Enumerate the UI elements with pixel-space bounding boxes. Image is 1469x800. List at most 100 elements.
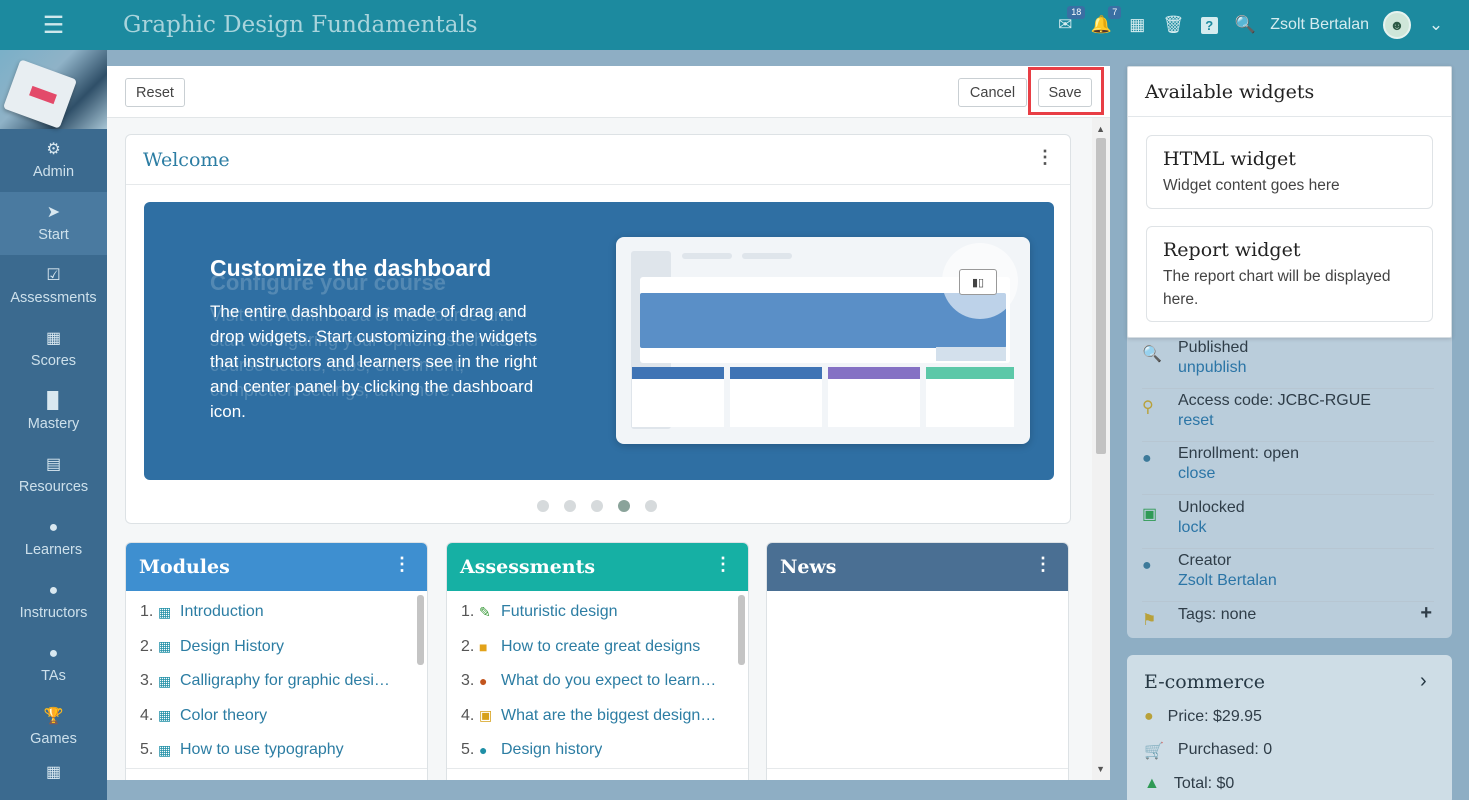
sidebar-item-games[interactable]: 🏆 Games [0,696,107,759]
group-icon: ● [1142,450,1152,467]
hamburger-menu-icon[interactable]: ☰ [0,0,107,50]
access-code-row: ⚲ Access code: JCBC-RGUE reset [1142,389,1434,442]
dashboard-icon: ▮▯ [959,269,997,295]
search-icon[interactable]: 🔍 [1234,14,1256,36]
sidebar-item-resources[interactable]: ▤ Resources [0,444,107,507]
kebab-menu-icon[interactable]: ⋮ [1034,556,1052,574]
modules-widget: Modules ⋮ 1. ▦ Introduction 2. ▦ Design Hist… [125,542,428,780]
add-tag-icon[interactable]: + [1420,602,1432,625]
sidebar-item-assessments[interactable]: ☑ Assessments [0,255,107,318]
list-item[interactable]: 1. ▦ Introduction [140,595,427,630]
creator-row: ● Creator Zsolt Bertalan [1142,549,1434,602]
cart-icon: 🛒 [1144,743,1164,760]
kebab-menu-icon[interactable]: ⋮ [393,556,411,574]
list-item[interactable]: 1. ✎ Futuristic design [461,595,748,630]
list-item[interactable]: 5. ▦ How to use typography [140,733,427,768]
card-scrollbar[interactable] [738,595,745,665]
sidebar-item-more[interactable]: ▦ [0,759,107,800]
cancel-button[interactable]: Cancel [958,78,1027,107]
sidebar-item-label: Instructors [19,604,88,621]
carousel-dot[interactable] [564,500,576,512]
item-number: 4. [461,706,475,724]
sidebar-item-mastery[interactable]: ▉ Mastery [0,381,107,444]
sidebar-item-learners[interactable]: ● Learners [0,507,107,570]
group-icon: ● [479,742,488,759]
item-number: 1. [461,603,475,621]
reset-link[interactable]: reset [1178,411,1371,431]
help-icon[interactable]: ? [1198,14,1220,36]
bar-chart-icon: ▉ [47,392,60,410]
list-item[interactable]: 2. ■ How to create great designs [461,630,748,665]
list-item[interactable]: 5. ● Design history [461,733,748,768]
welcome-carousel[interactable]: Configure your course Visit the Admin ar… [144,202,1054,480]
pie-chart-icon: ● [479,673,488,690]
course-title: Graphic Design Fundamentals [123,12,478,38]
carousel-dot[interactable] [645,500,657,512]
carousel-dot[interactable] [591,500,603,512]
trash-icon[interactable]: 🗑 [1162,14,1184,36]
carousel-dot-active[interactable] [618,500,630,512]
scroll-thumb[interactable] [1096,138,1106,454]
unpublish-link[interactable]: unpublish [1178,358,1248,378]
total: Total: $0 [1173,775,1235,792]
sidebar-item-label: Mastery [27,415,80,432]
books-icon: ▤ [45,455,62,473]
ta-icon: ● [48,644,59,662]
sidebar-item-instructors[interactable]: ● Instructors [0,570,107,633]
chevron-down-icon[interactable]: ⌄ [1425,14,1447,36]
avatar[interactable]: ☻ [1383,11,1411,39]
sidebar-item-tas[interactable]: ● TAs [0,633,107,696]
widget-desc: The report chart will be displayed here. [1163,268,1391,308]
messages-icon[interactable]: ✉ 18 [1054,6,1086,36]
pencil-icon: ✎ [479,603,491,620]
sidebar-item-label: Assessments [10,289,97,306]
calendar-icon[interactable]: ▦ [1126,14,1148,36]
widget-title: Report widget [1163,239,1301,261]
item-number: 3. [461,672,475,690]
list-item[interactable]: 3.● What do you expect to learn from this… [461,664,748,699]
assessments-widget: Assessments ⋮ 1. ✎ Futuristic design 2. ■ Ho… [446,542,749,780]
carousel-dots [537,500,657,512]
report-widget[interactable]: Report widget The report chart will be d… [1146,226,1433,322]
course-thumbnail [0,50,107,129]
kebab-menu-icon[interactable]: ⋮ [714,556,732,574]
notifications-icon[interactable]: 🔔 7 [1090,6,1122,36]
editor-toolbar: Reset Cancel Save [107,66,1110,118]
close-link[interactable]: close [1178,464,1299,484]
sidebar-item-label: Admin [32,163,75,180]
lock-row: ▣ Unlocked lock [1142,496,1434,549]
html-widget[interactable]: HTML widget Widget content goes here [1146,135,1433,209]
sidebar-item-start[interactable]: ➤ Start [0,192,107,255]
available-widgets-panel: Available widgets HTML widget Widget con… [1127,66,1452,338]
scroll-up-icon[interactable]: ▲ [1096,124,1105,134]
user-icon: ● [1142,557,1152,574]
sidebar-item-admin[interactable]: ⚙ Admin [0,129,107,192]
kebab-menu-icon[interactable]: ⋮ [1036,149,1054,167]
creator-link[interactable]: Zsolt Bertalan [1178,571,1277,591]
purchased-row: 🛒 Purchased: 0 [1144,741,1272,761]
sidebar: ⚙ Admin ➤ Start ☑ Assessments ▦ Scores ▉ Mast… [0,50,107,800]
news-header: News ⋮ [767,543,1068,591]
list-item[interactable]: 4. ▦ Color theory [140,699,427,734]
total-row: ▲ Total: $0 [1144,775,1234,793]
news-title: News [780,556,837,578]
list-item[interactable]: 3. ▦ Calligraphy for graphic designers [140,664,427,699]
tags-label: Tags: none [1178,606,1257,623]
list-item[interactable]: 4.▣ What are the biggest design challenge… [461,699,748,734]
item-label: Futuristic design [501,603,618,621]
sidebar-item-scores[interactable]: ▦ Scores [0,318,107,381]
welcome-widget: Welcome ⋮ Configure your course Visit th… [125,134,1071,524]
card-scrollbar[interactable] [417,595,424,665]
creator-label: Creator [1178,552,1232,569]
user-name[interactable]: Zsolt Bertalan [1270,16,1369,34]
carousel-dot[interactable] [537,500,549,512]
list-item[interactable]: 2. ▦ Design History [140,630,427,665]
search-icon: 🔍 [1142,346,1162,363]
reset-button[interactable]: Reset [125,78,185,107]
chevron-right-icon[interactable]: › [1420,670,1427,693]
lock-link[interactable]: lock [1178,518,1245,538]
coins-icon: ● [1144,708,1154,725]
scroll-down-icon[interactable]: ▼ [1096,764,1105,774]
tags-row: ⚑ Tags: none + [1142,602,1434,655]
gear-icon: ⚙ [46,140,61,158]
